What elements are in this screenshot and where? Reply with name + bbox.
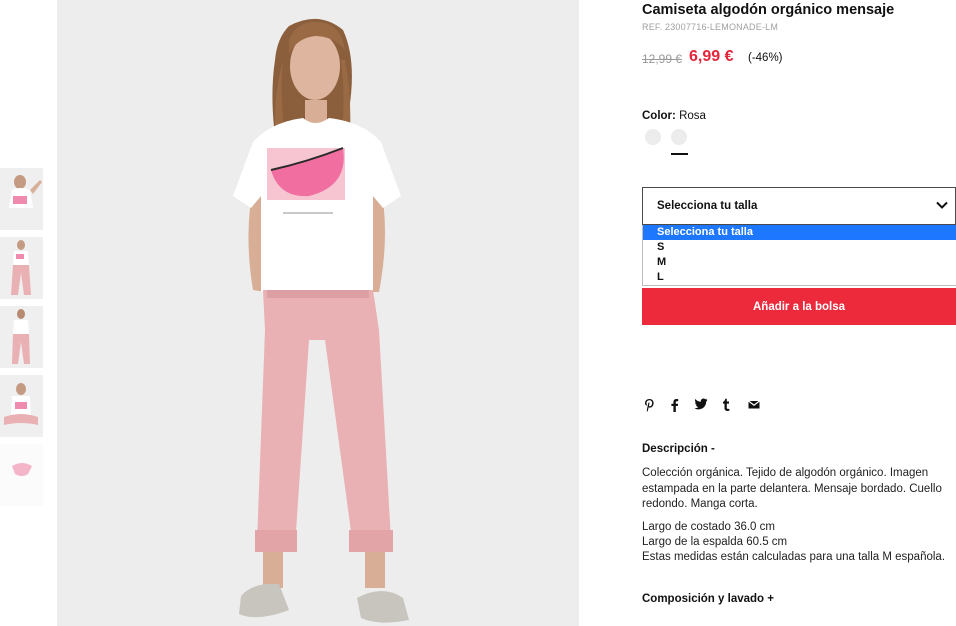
measurements: Largo de costado 36.0 cm Largo de la esp… — [642, 520, 956, 565]
twitter-icon[interactable] — [694, 398, 708, 414]
facebook-icon[interactable] — [670, 398, 679, 414]
composition-toggle[interactable]: Composición y lavado + — [642, 593, 774, 605]
pinterest-icon[interactable] — [644, 398, 655, 414]
color-swatch-1[interactable] — [645, 129, 661, 145]
size-dropdown-list: Selecciona tu talla S M L — [642, 225, 956, 286]
size-select[interactable]: Selecciona tu talla — [642, 187, 956, 225]
product-info-panel: Camiseta algodón orgánico mensaje REF. 2… — [642, 0, 956, 626]
product-photo[interactable] — [57, 0, 579, 626]
discount-badge: (-46%) — [748, 52, 783, 64]
color-label-row: Color: Rosa — [642, 110, 706, 122]
color-value: Rosa — [679, 110, 706, 122]
measurement-line: Largo de costado 36.0 cm — [642, 521, 775, 533]
size-select-label: Selecciona tu talla — [657, 200, 758, 212]
size-option-placeholder[interactable]: Selecciona tu talla — [643, 225, 956, 240]
tumblr-icon[interactable] — [722, 398, 731, 414]
thumbnail-4[interactable] — [0, 375, 43, 437]
thumbnail-3[interactable] — [0, 306, 43, 368]
selected-swatch-indicator — [671, 153, 688, 155]
chevron-down-icon — [936, 201, 948, 209]
thumbnail-5[interactable] — [0, 444, 43, 506]
size-option-l[interactable]: L — [643, 270, 956, 285]
email-icon[interactable] — [748, 398, 760, 414]
product-title: Camiseta algodón orgánico mensaje — [642, 2, 895, 18]
add-to-bag-button[interactable]: Añadir a la bolsa — [642, 288, 956, 325]
color-label: Color: — [642, 110, 676, 122]
description-toggle[interactable]: Descripción - — [642, 443, 715, 455]
measurement-note: Estas medidas están calculadas para una … — [642, 551, 946, 563]
product-ref: REF. 23007716-LEMONADE-LM — [642, 22, 779, 32]
sale-price: 6,99 € — [689, 48, 734, 65]
thumbnail-2[interactable] — [0, 237, 43, 299]
color-swatch-2[interactable] — [671, 129, 687, 145]
old-price: 12,99 € — [642, 52, 683, 66]
measurement-line: Largo de la espalda 60.5 cm — [642, 536, 788, 548]
size-option-s[interactable]: S — [643, 240, 956, 255]
description-text: Colección orgánica. Tejido de algodón or… — [642, 467, 942, 510]
size-option-m[interactable]: M — [643, 255, 956, 270]
thumbnail-1[interactable] — [0, 168, 43, 230]
